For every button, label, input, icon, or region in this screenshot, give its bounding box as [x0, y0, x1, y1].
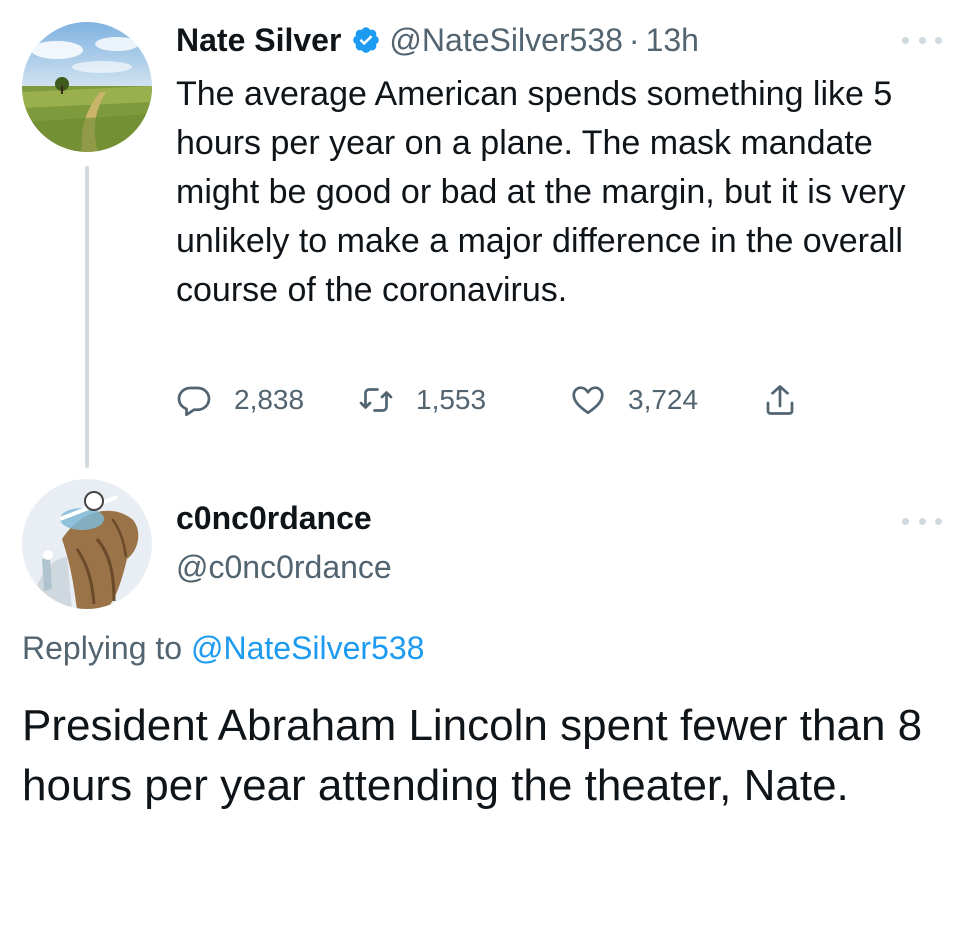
author-name[interactable]: Nate Silver: [176, 22, 341, 59]
share-button[interactable]: [762, 378, 798, 422]
retweet-count: 1,553: [416, 384, 487, 415]
thread-connector-line: [85, 166, 89, 468]
retweet-button[interactable]: 1,553: [358, 378, 486, 422]
reply-count: 2,838: [234, 384, 305, 415]
more-icon[interactable]: [902, 33, 942, 47]
replying-to-label: Replying to: [22, 630, 183, 666]
reply-button[interactable]: 2,838: [176, 378, 304, 422]
tweet2-text: President Abraham Lincoln spent fewer th…: [22, 701, 923, 810]
tweet1-action-bar: 2,838 1,553 3,724: [176, 378, 826, 422]
landscape-avatar-image: [22, 22, 152, 152]
verified-icon: [353, 27, 380, 53]
reply-icon: [177, 386, 211, 417]
separator-dot: ·: [628, 21, 640, 58]
tweet1-text: The average American spends something li…: [176, 75, 906, 309]
like-button[interactable]: 3,724: [570, 378, 698, 422]
tweet1-header: Nate Silver @NateSilver538 · 13h: [176, 20, 699, 60]
illustration-avatar-image: [22, 479, 152, 609]
more-icon[interactable]: [902, 514, 942, 528]
retweet-icon: [359, 388, 393, 412]
reply-author-name[interactable]: c0nc0rdance: [176, 500, 372, 537]
author-handle[interactable]: @NateSilver538: [389, 22, 622, 59]
like-icon: [572, 386, 604, 415]
tweet-timestamp[interactable]: 13h: [646, 22, 699, 59]
replying-to-handle-link[interactable]: @NateSilver538: [191, 630, 424, 666]
share-icon: [766, 385, 794, 415]
c0nc0rdance-avatar[interactable]: [22, 479, 152, 609]
reply-author-handle[interactable]: @c0nc0rdance: [176, 549, 392, 586]
like-count: 3,724: [628, 384, 699, 415]
replying-to: Replying to @NateSilver538: [22, 630, 424, 667]
nate-silver-avatar[interactable]: [22, 22, 152, 152]
